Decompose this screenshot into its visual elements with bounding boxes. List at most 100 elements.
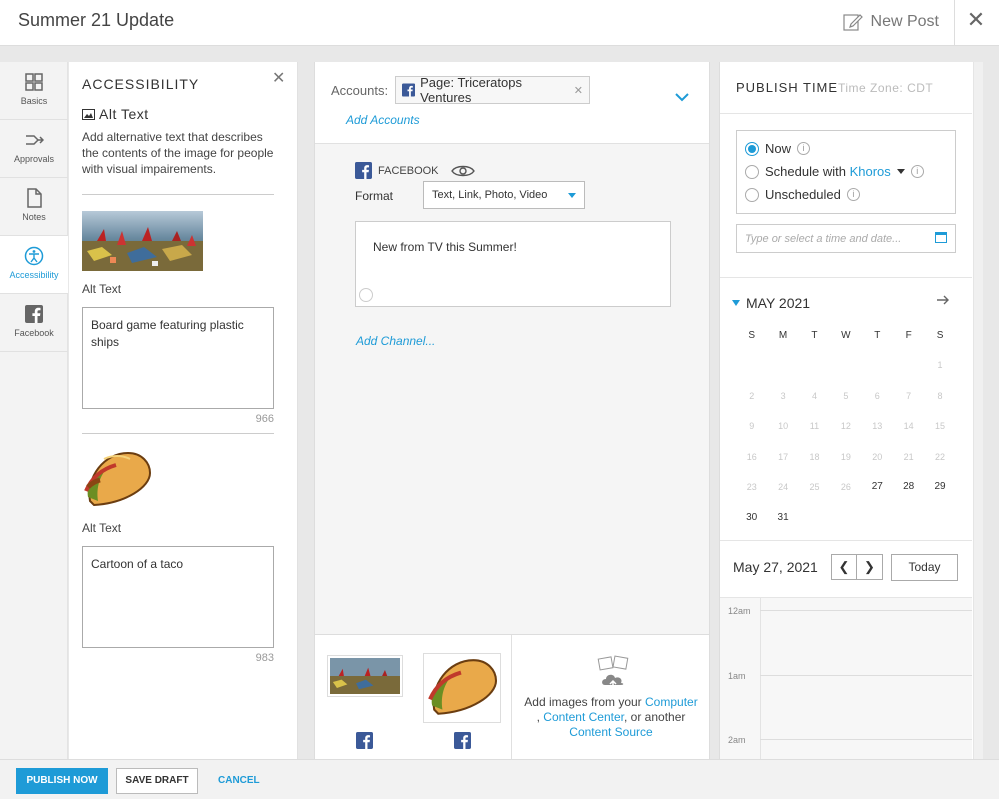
calendar-day[interactable]: 4 [799, 381, 830, 412]
new-post-label: New Post [870, 13, 939, 30]
chevron-down-icon[interactable] [675, 92, 689, 102]
upload-cloud-icon [597, 655, 629, 689]
calendar-day[interactable]: 27 [862, 472, 893, 503]
calendar-day[interactable]: 15 [924, 411, 955, 442]
prev-day-button[interactable]: ❮ [831, 554, 857, 580]
radio-schedule[interactable] [745, 164, 759, 179]
calendar-day[interactable]: 14 [893, 411, 924, 442]
radio-unscheduled[interactable] [745, 187, 759, 202]
emoji-icon[interactable] [359, 288, 373, 302]
option-unscheduled[interactable]: Unscheduled i [745, 187, 860, 202]
calendar-day[interactable]: 25 [799, 472, 830, 503]
remove-account-icon[interactable]: ✕ [574, 84, 583, 97]
nav-accessibility[interactable]: Accessibility [0, 236, 68, 294]
facebook-icon [25, 305, 43, 323]
info-icon[interactable]: i [910, 165, 924, 178]
calendar-day[interactable]: 28 [893, 472, 924, 503]
calendar-day[interactable]: 31 [767, 503, 798, 534]
calendar-day [799, 350, 830, 381]
facebook-icon [402, 83, 416, 97]
calendar-day[interactable]: 7 [893, 381, 924, 412]
calendar-day[interactable]: 1 [924, 350, 955, 381]
divider [720, 277, 972, 278]
option-now[interactable]: Now i [745, 141, 811, 156]
close-icon[interactable]: ✕ [965, 9, 987, 31]
publish-now-button[interactable]: PUBLISH NOW [16, 768, 108, 794]
hour-line [760, 739, 972, 740]
calendar-day[interactable]: 21 [893, 442, 924, 473]
selected-date: May 27, 2021 [733, 559, 818, 575]
calendar-week: 2345678 [736, 381, 956, 412]
calendar-day[interactable]: 23 [736, 472, 767, 503]
nav-facebook[interactable]: Facebook [0, 294, 68, 352]
weekday-label: S [936, 330, 944, 341]
calendar-day[interactable]: 12 [830, 411, 861, 442]
khoros-link[interactable]: Khoros [850, 164, 891, 179]
save-draft-button[interactable]: SAVE DRAFT [116, 768, 198, 794]
preview-eye-icon[interactable] [450, 164, 475, 178]
content-source-link[interactable]: Content Source [569, 725, 652, 739]
nav-basics[interactable]: Basics [0, 62, 68, 120]
calendar-day[interactable]: 30 [736, 503, 767, 534]
info-icon[interactable]: i [846, 188, 860, 201]
close-panel-icon[interactable]: ✕ [272, 68, 285, 88]
calendar-day[interactable]: 26 [830, 472, 861, 503]
format-select[interactable]: Text, Link, Photo, Video [423, 181, 585, 209]
next-day-button[interactable]: ❯ [857, 554, 883, 580]
new-post-button[interactable]: New Post [842, 12, 939, 32]
option-schedule[interactable]: Schedule with Khoros i [745, 164, 924, 179]
calendar-day [830, 503, 861, 534]
date-time-input[interactable]: Type or select a time and date... [736, 224, 956, 253]
calendar-day[interactable]: 13 [862, 411, 893, 442]
nav-approvals[interactable]: Approvals [0, 120, 68, 178]
calendar-day[interactable]: 10 [767, 411, 798, 442]
scrollbar[interactable] [973, 62, 983, 760]
alt-text-input-2[interactable]: Cartoon of a taco [82, 546, 274, 648]
calendar-day[interactable]: 22 [924, 442, 955, 473]
add-channel-link[interactable]: Add Channel... [356, 334, 435, 348]
calendar-day[interactable]: 2 [736, 381, 767, 412]
nav-notes[interactable]: Notes [0, 178, 68, 236]
calendar-day[interactable]: 8 [924, 381, 955, 412]
publish-panel: PUBLISH TIME Time Zone: CDT Now i Schedu… [719, 62, 973, 761]
message-input[interactable]: New from TV this Summer! [355, 221, 671, 307]
calendar-day[interactable]: 5 [830, 381, 861, 412]
calendar-day[interactable]: 11 [799, 411, 830, 442]
calendar-day[interactable]: 3 [767, 381, 798, 412]
alt-text-input-1[interactable]: Board game featuring plastic ships [82, 307, 274, 409]
nav-facebook-label: Facebook [14, 328, 54, 338]
calendar-day[interactable]: 24 [767, 472, 798, 503]
calendar-day[interactable]: 16 [736, 442, 767, 473]
notes-icon [27, 188, 42, 208]
computer-link[interactable]: Computer [645, 695, 698, 709]
content-center-link[interactable]: Content Center [543, 710, 624, 724]
cancel-button[interactable]: CANCEL [218, 775, 260, 786]
facebook-icon [454, 732, 471, 749]
calendar-day[interactable]: 9 [736, 411, 767, 442]
chevron-right-icon: ❯ [864, 559, 875, 574]
add-accounts-link[interactable]: Add Accounts [346, 113, 420, 127]
calendar-day[interactable]: 18 [799, 442, 830, 473]
calendar-day[interactable]: 6 [862, 381, 893, 412]
schedule-text: Schedule with [765, 164, 850, 179]
info-icon[interactable]: i [797, 142, 811, 155]
calendar-day [736, 350, 767, 381]
media-taco[interactable] [423, 653, 501, 723]
chevron-left-icon: ❮ [838, 559, 850, 574]
basics-icon [25, 73, 43, 91]
media-board-game[interactable] [327, 655, 403, 697]
nav-basics-label: Basics [20, 96, 48, 106]
calendar-day [862, 350, 893, 381]
calendar-day[interactable]: 19 [830, 442, 861, 473]
calendar-icon[interactable] [935, 232, 947, 243]
account-chip[interactable]: Page: Triceratops Ventures ✕ [395, 75, 590, 105]
month-selector[interactable]: MAY 2021 [732, 295, 810, 311]
calendar-day[interactable]: 20 [862, 442, 893, 473]
calendar-day[interactable]: 29 [924, 472, 955, 503]
calendar-day[interactable]: 17 [767, 442, 798, 473]
calendar-week: 9 10 11 12 13 14 15 [736, 411, 956, 442]
arrow-right-icon[interactable] [936, 294, 950, 306]
caret-down-icon[interactable] [896, 169, 905, 174]
today-button[interactable]: Today [891, 554, 958, 581]
radio-now[interactable] [745, 141, 759, 156]
